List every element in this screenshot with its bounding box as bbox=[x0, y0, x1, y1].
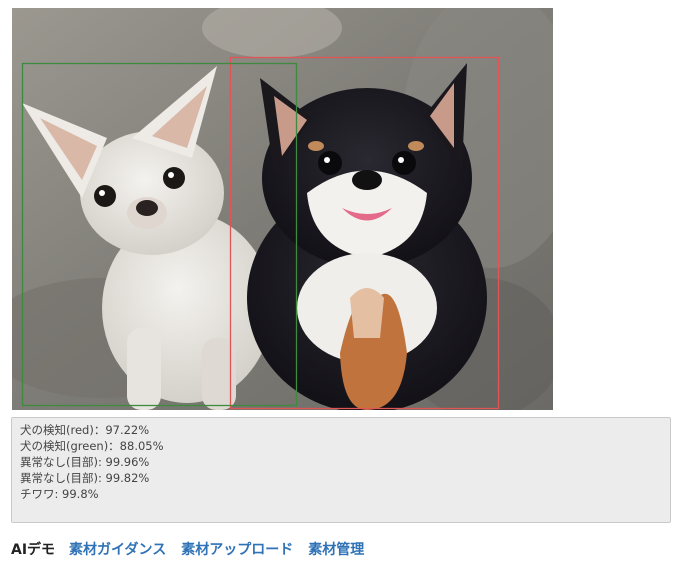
nav-link-material-guidance[interactable]: 素材ガイダンス bbox=[69, 539, 166, 559]
detection-results-panel: 犬の検知(red)：97.22% 犬の検知(green)：88.05% 異常なし… bbox=[11, 417, 671, 523]
footer-nav: AIデモ 素材ガイダンス 素材アップロード 素材管理 bbox=[11, 538, 379, 560]
detection-image bbox=[12, 8, 553, 410]
result-line-dog-green: 犬の検知(green)：88.05% bbox=[20, 439, 164, 453]
result-line-breed: チワワ: 99.8% bbox=[20, 487, 99, 501]
result-line-dog-red: 犬の検知(red)：97.22% bbox=[20, 423, 150, 437]
dog-photo bbox=[12, 8, 553, 410]
result-line-eye-2: 異常なし(目部): 99.82% bbox=[20, 471, 150, 485]
nav-link-material-management[interactable]: 素材管理 bbox=[308, 539, 364, 559]
nav-link-material-upload[interactable]: 素材アップロード bbox=[181, 539, 293, 559]
result-line-eye-1: 異常なし(目部): 99.96% bbox=[20, 455, 150, 469]
black-dog bbox=[247, 63, 487, 410]
nav-brand[interactable]: AIデモ bbox=[11, 539, 55, 559]
